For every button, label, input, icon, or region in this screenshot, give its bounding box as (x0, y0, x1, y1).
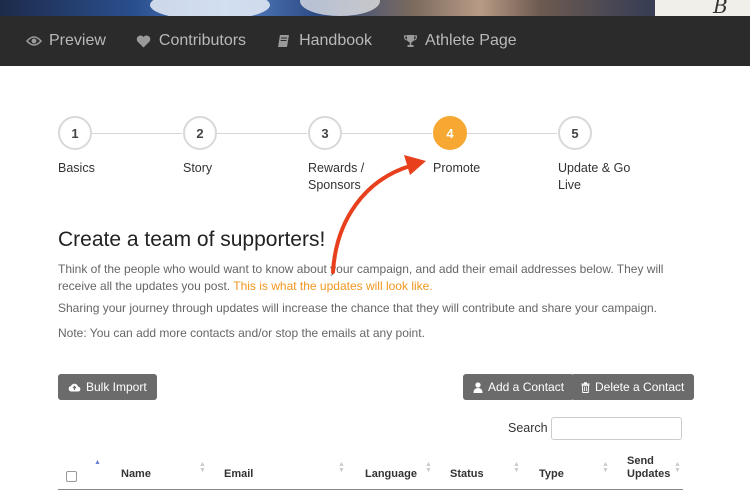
trash-icon (581, 381, 590, 393)
column-header-language[interactable]: Language (365, 468, 417, 481)
updates-preview-link[interactable]: This is what the updates will look like. (233, 279, 432, 293)
bulk-import-label: Bulk Import (86, 380, 147, 394)
nav-item-label: Handbook (299, 32, 373, 49)
add-contact-button[interactable]: Add a Contact (463, 374, 575, 400)
sort-arrows-icon[interactable]: ▲ ▼ (513, 461, 520, 474)
column-header-type[interactable]: Type (539, 468, 564, 481)
hero-banner-image: B (0, 0, 750, 16)
nav-item-handbook[interactable]: Handbook (276, 32, 372, 50)
step-label: Rewards / Sponsors (308, 161, 365, 192)
column-header-send-updates[interactable]: Send Updates (627, 455, 670, 481)
campaign-stepper: 1 Basics 2 Story 3 Rewards / Sponsors 4 … (58, 116, 678, 206)
step-promote[interactable]: 4 Promote (433, 116, 543, 177)
step-label: Update & Go Live (558, 161, 631, 192)
nav-item-label: Preview (49, 32, 106, 49)
book-icon (276, 33, 292, 49)
step-number: 3 (308, 116, 342, 150)
top-nav-bar: Preview Contributors Handbook Athlete Pa… (0, 16, 750, 66)
nav-item-label: Contributors (158, 32, 247, 49)
step-label: Promote (433, 161, 481, 175)
column-header-email[interactable]: Email (224, 468, 253, 481)
add-contact-label: Add a Contact (488, 380, 565, 394)
trophy-icon (402, 33, 418, 49)
bulk-import-button[interactable]: Bulk Import (58, 374, 157, 400)
step-number: 5 (558, 116, 592, 150)
step-basics[interactable]: 1 Basics (58, 116, 168, 177)
step-rewards-sponsors[interactable]: 3 Rewards / Sponsors (308, 116, 418, 194)
select-all-checkbox[interactable] (66, 471, 77, 482)
user-icon (473, 381, 483, 393)
step-label: Basics (58, 161, 95, 175)
intro-paragraph: Think of the people who would want to kn… (58, 261, 688, 295)
column-header-status[interactable]: Status (450, 468, 484, 481)
sharing-paragraph: Sharing your journey through updates wil… (58, 301, 658, 315)
nav-item-label: Athlete Page (425, 32, 517, 49)
sort-arrows-icon[interactable]: ▲ ▼ (425, 461, 432, 474)
eye-icon (26, 33, 42, 49)
search-input[interactable] (551, 417, 682, 440)
step-number: 2 (183, 116, 217, 150)
nav-item-preview[interactable]: Preview (26, 32, 106, 50)
contacts-table-header: ▲ Name ▲ ▼ Email ▲ ▼ Language ▲ ▼ Status ▲ ▼… (58, 452, 683, 490)
delete-contact-label: Delete a Contact (595, 380, 685, 394)
sort-arrows-icon[interactable]: ▲ ▼ (602, 461, 609, 474)
cloud-upload-icon (68, 382, 81, 392)
nav-item-contributors[interactable]: Contributors (136, 32, 246, 50)
column-header-name[interactable]: Name (121, 468, 151, 481)
sort-arrows-icon[interactable]: ▲ ▼ (338, 461, 345, 474)
sort-arrow-icon[interactable]: ▲ (94, 459, 101, 466)
delete-contact-button[interactable]: Delete a Contact (571, 374, 695, 400)
step-number: 1 (58, 116, 92, 150)
heart-icon (136, 33, 152, 49)
step-update-go-live[interactable]: 5 Update & Go Live (558, 116, 668, 194)
sort-arrows-icon[interactable]: ▲ ▼ (674, 461, 681, 474)
step-story[interactable]: 2 Story (183, 116, 293, 177)
nav-item-athlete-page[interactable]: Athlete Page (402, 32, 517, 50)
page-title: Create a team of supporters! (58, 228, 326, 251)
sort-arrows-icon[interactable]: ▲ ▼ (199, 461, 206, 474)
step-label: Story (183, 161, 213, 175)
step-number: 4 (433, 116, 467, 150)
search-label: Search (508, 421, 548, 435)
note-paragraph: Note: You can add more contacts and/or s… (58, 326, 425, 340)
